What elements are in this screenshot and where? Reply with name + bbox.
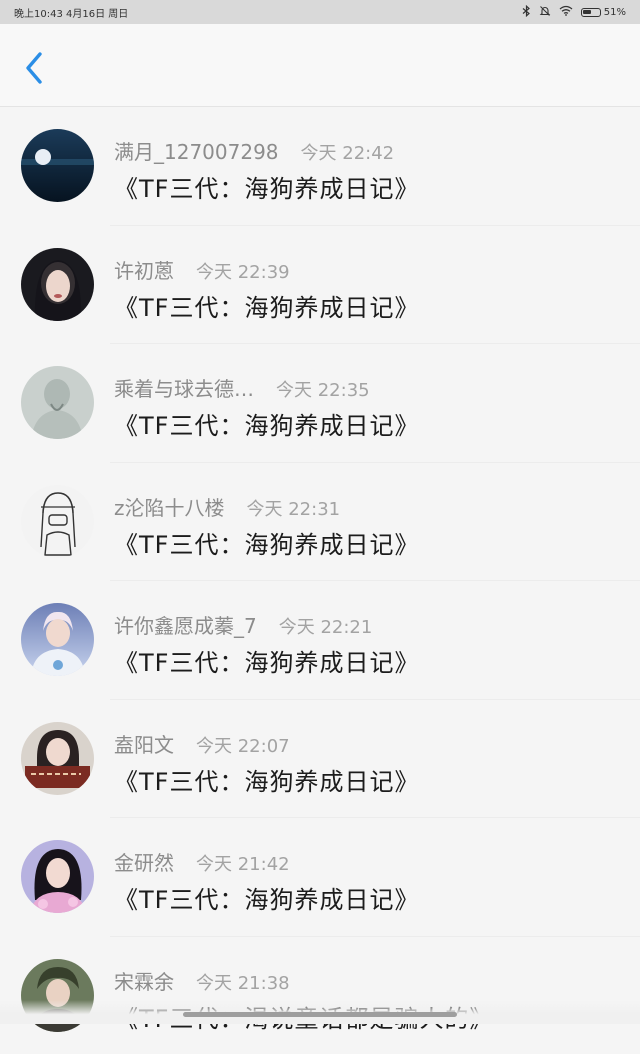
user-name[interactable]: z沦陷十八楼 [114,492,225,521]
list-item[interactable]: 宋霖余 今天 21:38 《TF三代：渴说童话都是骗人的》 [0,936,640,1054]
timestamp: 今天 21:42 [196,850,290,876]
avatar[interactable] [21,366,94,439]
back-button[interactable] [16,50,52,86]
battery-icon [581,8,601,17]
story-title[interactable]: 《TF三代：海狗养成日记》 [114,643,419,678]
list-item[interactable]: 许你鑫愿成蓁_7 今天 22:21 《TF三代：海狗养成日记》 [0,580,640,699]
list-item[interactable]: 金研然 今天 21:42 《TF三代：海狗养成日记》 [0,817,640,936]
item-meta: z沦陷十八楼 今天 22:31 [114,492,340,518]
item-meta: 乘着与球去德… 今天 22:35 [114,373,370,399]
status-icons: 51% [522,5,626,20]
home-indicator[interactable] [183,1012,457,1017]
timestamp: 今天 22:39 [196,258,290,284]
item-meta: 许你鑫愿成蓁_7 今天 22:21 [114,610,372,636]
user-name[interactable]: 满月_127007298 [114,136,279,165]
list-item[interactable]: 满月_127007298 今天 22:42 《TF三代：海狗养成日记》 [0,106,640,225]
story-title[interactable]: 《TF三代：海狗养成日记》 [114,880,419,915]
mute-bell-icon [539,5,551,20]
list-item[interactable]: 许初蒽 今天 22:39 《TF三代：海狗养成日记》 [0,225,640,344]
item-meta: 满月_127007298 今天 22:42 [114,136,394,162]
avatar[interactable] [21,840,94,913]
timestamp: 今天 22:07 [196,732,290,758]
list-item[interactable]: 乘着与球去德… 今天 22:35 《TF三代：海狗养成日记》 [0,343,640,462]
avatar[interactable] [21,603,94,676]
user-name[interactable]: 许初蒽 [114,255,174,284]
bluetooth-icon [522,5,531,20]
status-time-date: 晚上10:43 4月16日 周日 [14,5,128,20]
item-meta: 许初蒽 今天 22:39 [114,255,290,281]
avatar[interactable] [21,722,94,795]
bottom-gesture-area [0,1000,640,1024]
avatar[interactable] [21,129,94,202]
user-name[interactable]: 许你鑫愿成蓁_7 [114,610,257,639]
story-title[interactable]: 《TF三代：海狗养成日记》 [114,406,419,441]
status-bar: 晚上10:43 4月16日 周日 51% [0,0,640,24]
timestamp: 今天 22:31 [247,495,341,521]
user-name[interactable]: 宋霖余 [114,966,174,995]
timestamp: 今天 22:21 [279,613,373,639]
wifi-icon [559,5,573,19]
user-name[interactable]: 乘着与球去德… [114,373,254,402]
top-navigation-bar [0,24,640,107]
story-title[interactable]: 《TF三代：海狗养成日记》 [114,288,419,323]
battery-indicator: 51% [581,7,626,18]
item-meta: 盍阳文 今天 22:07 [114,729,290,755]
avatar[interactable] [21,248,94,321]
item-meta: 金研然 今天 21:42 [114,847,290,873]
item-meta: 宋霖余 今天 21:38 [114,966,290,992]
story-title[interactable]: 《TF三代：海狗养成日记》 [114,525,419,560]
timestamp: 今天 22:35 [276,376,370,402]
battery-percent: 51% [604,7,626,18]
recent-list: 满月_127007298 今天 22:42 《TF三代：海狗养成日记》 许初蒽 … [0,106,640,1054]
chevron-left-icon [24,51,44,85]
avatar[interactable] [21,485,94,558]
timestamp: 今天 21:38 [196,969,290,995]
timestamp: 今天 22:42 [301,139,395,165]
user-name[interactable]: 金研然 [114,847,174,876]
user-name[interactable]: 盍阳文 [114,729,174,758]
story-title[interactable]: 《TF三代：海狗养成日记》 [114,169,419,204]
story-title[interactable]: 《TF三代：海狗养成日记》 [114,762,419,797]
list-item[interactable]: z沦陷十八楼 今天 22:31 《TF三代：海狗养成日记》 [0,462,640,581]
list-item[interactable]: 盍阳文 今天 22:07 《TF三代：海狗养成日记》 [0,699,640,818]
